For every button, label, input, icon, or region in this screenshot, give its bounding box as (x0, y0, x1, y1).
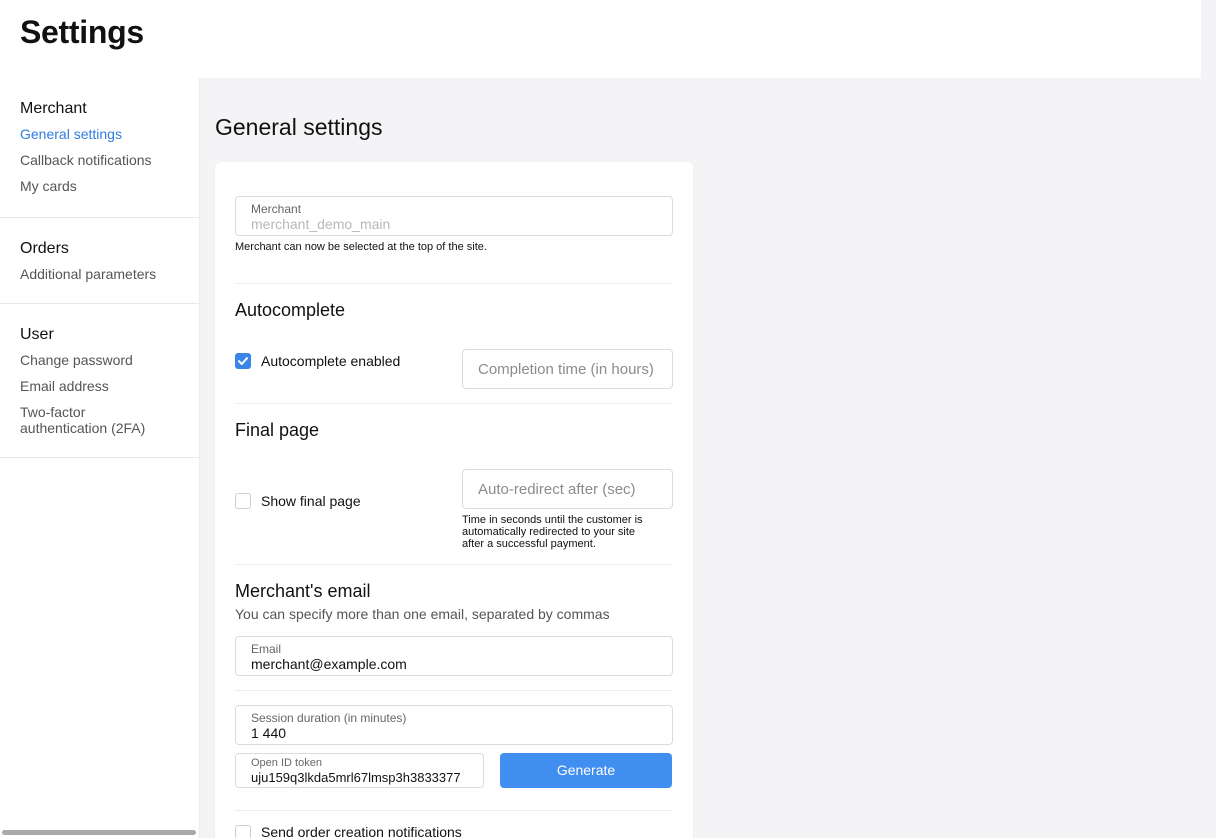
settings-card: Merchant merchant_demo_main Merchant can… (215, 162, 693, 838)
email-field[interactable]: Email merchant@example.com (235, 636, 673, 676)
nav-group-orders: Orders Additional parameters (0, 218, 199, 304)
sidebar-item-my-cards[interactable]: My cards (20, 178, 179, 194)
divider (235, 564, 673, 565)
auto-redirect-hint-line-3: after a successful payment. (462, 538, 596, 550)
merchant-email-title: Merchant's email (235, 581, 371, 601)
window-edge (1201, 0, 1216, 838)
sidebar-item-2fa[interactable]: Two-factor authentication (2FA) (20, 404, 170, 436)
nav-heading-merchant: Merchant (20, 100, 87, 117)
merchant-field-label: Merchant (251, 202, 302, 216)
sidebar: Merchant General settings Callback notif… (0, 78, 200, 838)
divider (235, 283, 673, 284)
auto-redirect-hint-line-2: automatically redirected to your site (462, 526, 636, 538)
page-title: Settings (20, 14, 144, 50)
section-title: General settings (215, 114, 383, 140)
nav-group-merchant: Merchant General settings Callback notif… (0, 78, 199, 218)
order-notifications-checkbox[interactable] (235, 825, 251, 838)
nav-group-user: User Change password Email address Two-f… (0, 304, 199, 458)
autocomplete-checkbox-label[interactable]: Autocomplete enabled (261, 353, 400, 369)
email-field-value: merchant@example.com (251, 656, 407, 672)
openid-token-label: Open ID token (251, 757, 322, 769)
auto-redirect-hint-line-1: Time in seconds until the customer is (462, 514, 643, 526)
session-duration-label: Session duration (in minutes) (251, 711, 407, 725)
main-content: General settings Merchant merchant_demo_… (200, 78, 1201, 838)
merchant-field-value: merchant_demo_main (251, 216, 391, 232)
sidebar-item-additional-parameters[interactable]: Additional parameters (20, 266, 179, 282)
completion-time-input[interactable]: Completion time (in hours) (462, 349, 673, 389)
autocomplete-checkbox[interactable] (235, 353, 251, 369)
sidebar-item-callback-notifications[interactable]: Callback notifications (20, 152, 179, 168)
page-header: Settings (0, 0, 1201, 78)
merchant-email-subtitle: You can specify more than one email, sep… (235, 606, 610, 622)
divider (235, 690, 673, 691)
check-icon (238, 357, 248, 365)
divider (235, 403, 673, 404)
completion-time-placeholder: Completion time (in hours) (478, 361, 654, 378)
autocomplete-title: Autocomplete (235, 300, 346, 320)
sidebar-item-change-password[interactable]: Change password (20, 352, 179, 368)
session-duration-value: 1 440 (251, 725, 287, 741)
merchant-field: Merchant merchant_demo_main (235, 196, 673, 236)
show-final-page-label[interactable]: Show final page (261, 493, 361, 509)
session-duration-field[interactable]: Session duration (in minutes) 1 440 (235, 705, 673, 745)
divider (235, 810, 673, 811)
sidebar-item-email-address[interactable]: Email address (20, 378, 179, 394)
openid-token-value: uju159q3lkda5mrl67lmsp3h3833377 (251, 770, 461, 785)
sidebar-item-general-settings[interactable]: General settings (20, 126, 179, 142)
generate-button[interactable]: Generate (500, 753, 672, 788)
show-final-page-checkbox[interactable] (235, 493, 251, 509)
nav-heading-orders: Orders (20, 240, 69, 257)
auto-redirect-placeholder: Auto-redirect after (sec) (478, 481, 636, 498)
order-notifications-label[interactable]: Send order creation notifications (261, 824, 462, 838)
openid-token-field[interactable]: Open ID token uju159q3lkda5mrl67lmsp3h38… (235, 753, 484, 788)
horizontal-scrollbar[interactable] (2, 830, 196, 835)
auto-redirect-input[interactable]: Auto-redirect after (sec) (462, 469, 673, 509)
nav-heading-user: User (20, 326, 54, 343)
merchant-hint: Merchant can now be selected at the top … (235, 241, 487, 253)
email-field-label: Email (251, 642, 282, 656)
final-page-title: Final page (235, 420, 320, 440)
